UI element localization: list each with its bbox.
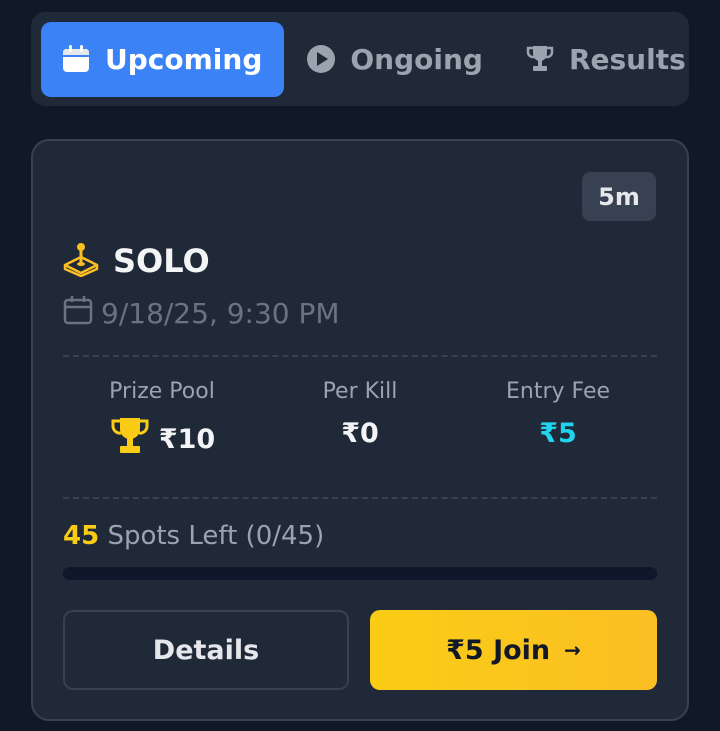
divider — [63, 355, 657, 357]
tab-results[interactable]: Results — [525, 22, 686, 97]
tab-bar: Upcoming Ongoing Results — [31, 12, 689, 106]
spots-left: 45 Spots Left (0/45) — [63, 521, 324, 551]
tab-ongoing-label: Ongoing — [350, 42, 483, 76]
calendar-icon — [61, 44, 91, 74]
prize-pool-value-row: ₹10 — [63, 416, 261, 463]
play-icon — [306, 44, 336, 74]
match-mode-title: SOLO — [113, 242, 210, 280]
match-card: 5m SOLO 9/18/25, 9:30 PM Prize Pool ₹10 … — [31, 139, 689, 721]
match-stats: Prize Pool ₹10 Per Kill ₹0 Entry Fee ₹5 — [63, 379, 657, 463]
tab-results-label: Results — [568, 42, 686, 76]
entry-fee-value: ₹5 — [539, 418, 577, 449]
prize-pool-stat: Prize Pool ₹10 — [63, 379, 261, 463]
tab-upcoming[interactable]: Upcoming — [41, 21, 285, 97]
mode-row: SOLO — [63, 241, 210, 281]
entry-fee-label: Entry Fee — [505, 379, 611, 404]
match-datetime: 9/18/25, 9:30 PM — [101, 297, 340, 330]
per-kill-label: Per Kill — [322, 379, 398, 404]
divider — [63, 497, 657, 499]
trophy-icon — [109, 416, 151, 463]
joystick-icon — [63, 241, 99, 281]
join-button[interactable]: ₹5 Join → — [370, 610, 657, 690]
per-kill-stat: Per Kill ₹0 — [261, 379, 459, 463]
trophy-icon — [525, 44, 555, 74]
join-button-label: ₹5 Join — [446, 634, 551, 666]
details-button-label: Details — [152, 634, 260, 666]
calendar-icon — [63, 295, 93, 332]
arrow-right-icon: → — [564, 638, 581, 662]
spots-left-count: 45 — [63, 521, 100, 551]
details-button[interactable]: Details — [63, 610, 349, 690]
tab-upcoming-label: Upcoming — [105, 42, 263, 76]
prize-pool-label: Prize Pool — [109, 379, 215, 404]
match-datetime-row: 9/18/25, 9:30 PM — [63, 295, 340, 332]
entry-fee-stat: Entry Fee ₹5 — [459, 379, 657, 463]
per-kill-value: ₹0 — [341, 418, 379, 449]
tab-ongoing[interactable]: Ongoing — [306, 22, 483, 97]
time-left-badge: 5m — [582, 172, 656, 221]
prize-pool-value: ₹10 — [158, 424, 216, 455]
spots-left-text: Spots Left (0/45) — [99, 521, 325, 551]
spots-progress-bar — [63, 567, 657, 580]
